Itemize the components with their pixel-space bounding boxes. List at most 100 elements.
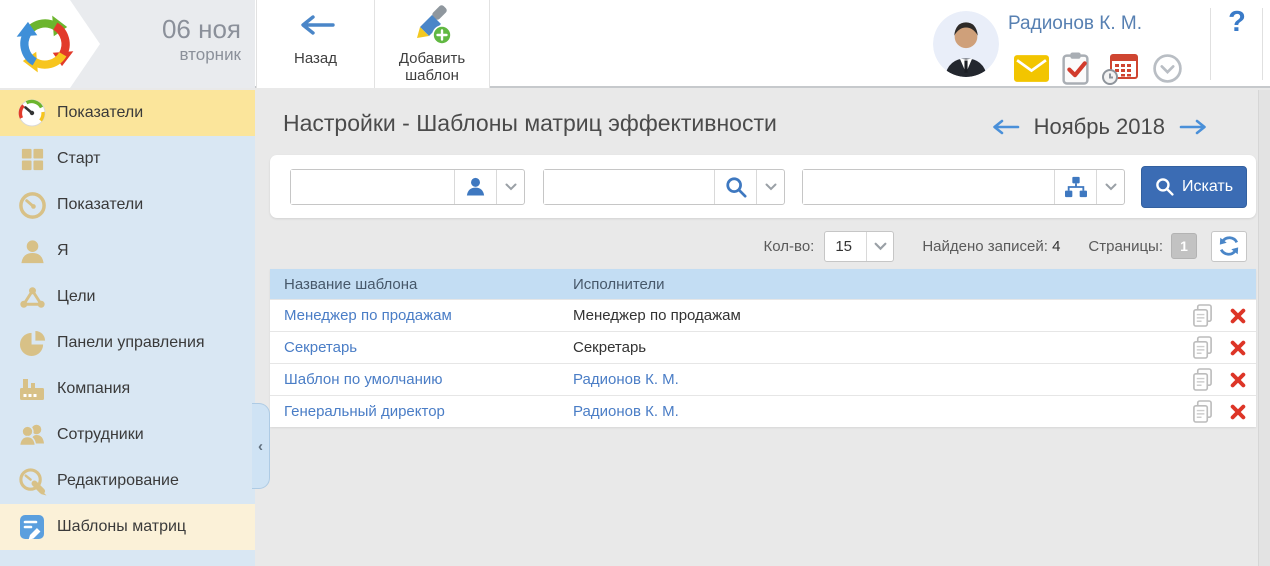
sidebar-item-editing[interactable]: Редактирование: [0, 458, 255, 504]
user-icons: [1014, 52, 1183, 85]
collapse-chevron-icon: ‹: [258, 438, 263, 455]
copy-template-icon[interactable]: [1192, 336, 1213, 359]
table-row: Шаблон по умолчанию Радионов К. М.: [270, 363, 1256, 395]
user-avatar[interactable]: [933, 11, 999, 77]
app-logo-icon[interactable]: [12, 11, 78, 77]
sidebar-item-label: Я: [57, 242, 69, 260]
employee-filter-input[interactable]: [291, 170, 454, 204]
goals-icon: [17, 282, 47, 312]
text-search-filter: [543, 169, 785, 205]
user-menu-chevron-icon[interactable]: [1152, 53, 1183, 84]
sidebar-item-label: Показатели: [57, 196, 143, 214]
sidebar-item-company[interactable]: Компания: [0, 366, 255, 412]
refresh-button[interactable]: [1211, 231, 1247, 262]
grid-icon: [17, 144, 47, 174]
page-size-value: 15: [825, 232, 866, 261]
page-1-button[interactable]: 1: [1171, 233, 1197, 259]
column-header-executors[interactable]: Исполнители: [573, 276, 1160, 293]
sidebar-collapse-button[interactable]: ‹: [252, 403, 270, 489]
table-row: Менеджер по продажам Менеджер по продажа…: [270, 299, 1256, 331]
template-name-link[interactable]: Менеджер по продажам: [284, 307, 452, 324]
sidebar-item-label: Шаблоны матриц: [57, 518, 186, 536]
page-size-select[interactable]: 15: [824, 231, 894, 262]
add-template-button[interactable]: Добавить шаблон: [374, 0, 490, 88]
search-button-label: Искать: [1182, 178, 1233, 196]
gauge-icon: [17, 190, 47, 220]
calendar-clock-icon[interactable]: [1102, 53, 1139, 85]
department-filter-input[interactable]: [803, 170, 1054, 204]
mail-icon[interactable]: [1014, 55, 1049, 82]
header: 06 ноя вторник Назад: [0, 0, 1270, 88]
sidebar-item-label: Редактирование: [57, 472, 179, 490]
sidebar-item-label: Панели управления: [57, 334, 205, 352]
user-name[interactable]: Радионов К. М.: [1008, 13, 1142, 35]
records-found-text: Найдено записей:: [922, 238, 1048, 255]
sidebar-item-indicators[interactable]: Показатели: [0, 182, 255, 228]
copy-template-icon[interactable]: [1192, 368, 1213, 391]
executors-link[interactable]: Радионов К. М.: [573, 371, 679, 388]
filter-panel: Искать: [270, 155, 1256, 218]
sidebar-item-start[interactable]: Старт: [0, 136, 255, 182]
templates-table: Название шаблона Исполнители Менеджер по…: [270, 269, 1256, 427]
sidebar-item-indicators-root[interactable]: Показатели: [0, 90, 255, 136]
factory-icon: [17, 374, 47, 404]
records-found-value: 4: [1052, 238, 1060, 255]
executors-link[interactable]: Радионов К. М.: [573, 403, 679, 420]
current-date: 06 ноя вторник: [162, 14, 241, 66]
date-weekday: вторник: [162, 45, 241, 65]
delete-template-icon[interactable]: [1230, 340, 1246, 356]
prev-month-button[interactable]: [992, 119, 1020, 135]
header-date-block: 06 ноя вторник: [0, 0, 255, 88]
add-template-label: Добавить шаблон: [375, 50, 489, 85]
text-search-dropdown[interactable]: [756, 170, 784, 204]
sidebar-item-goals[interactable]: Цели: [0, 274, 255, 320]
employee-filter-dropdown[interactable]: [496, 170, 524, 204]
date-day: 06 ноя: [162, 14, 241, 45]
department-filter: [802, 169, 1125, 205]
text-search-input[interactable]: [544, 170, 714, 204]
template-name-link[interactable]: Шаблон по умолчанию: [284, 371, 443, 388]
pages-label: Страницы:: [1088, 238, 1163, 255]
page-size-chevron-icon: [866, 232, 893, 261]
delete-template-icon[interactable]: [1230, 372, 1246, 388]
sidebar-item-matrix-templates[interactable]: Шаблоны матриц: [0, 504, 255, 550]
page-title: Настройки - Шаблоны матриц эффективности: [283, 110, 777, 137]
avatar-image: [933, 11, 999, 77]
org-chart-icon[interactable]: [1054, 170, 1096, 204]
scrollbar-track[interactable]: [1258, 90, 1270, 566]
back-button[interactable]: Назад: [256, 0, 374, 88]
template-name-link[interactable]: Генеральный директор: [284, 403, 445, 420]
sidebar: Показатели Старт Показатели: [0, 90, 255, 566]
table-row: Секретарь Секретарь: [270, 331, 1256, 363]
main-content: Настройки - Шаблоны матриц эффективности…: [255, 90, 1270, 566]
person-filter-icon[interactable]: [454, 170, 496, 204]
copy-template-icon[interactable]: [1192, 400, 1213, 423]
count-label: Кол-во:: [764, 238, 815, 255]
department-filter-dropdown[interactable]: [1096, 170, 1124, 204]
delete-template-icon[interactable]: [1230, 308, 1246, 324]
sidebar-item-label: Старт: [57, 150, 100, 168]
executors-value: Менеджер по продажам: [573, 307, 741, 324]
records-found-label: Найдено записей: 4: [922, 238, 1060, 255]
help-button[interactable]: ?: [1213, 6, 1261, 56]
person-icon: [17, 236, 47, 266]
sidebar-item-label: Сотрудники: [57, 426, 144, 444]
add-template-icon: [411, 4, 453, 46]
tasks-clipboard-icon[interactable]: [1062, 52, 1089, 85]
search-button[interactable]: Искать: [1141, 166, 1247, 208]
delete-template-icon[interactable]: [1230, 404, 1246, 420]
sidebar-item-label: Цели: [57, 288, 95, 306]
template-name-link[interactable]: Секретарь: [284, 339, 357, 356]
sidebar-item-employees[interactable]: Сотрудники: [0, 412, 255, 458]
edit-gauge-icon: [17, 466, 47, 496]
sidebar-item-me[interactable]: Я: [0, 228, 255, 274]
refresh-icon: [1218, 235, 1240, 257]
employee-filter: [290, 169, 525, 205]
table-header: Название шаблона Исполнители: [270, 269, 1256, 299]
header-divider-2: [1262, 8, 1263, 80]
sidebar-item-control-panels[interactable]: Панели управления: [0, 320, 255, 366]
search-filter-icon[interactable]: [714, 170, 756, 204]
copy-template-icon[interactable]: [1192, 304, 1213, 327]
next-month-button[interactable]: [1179, 119, 1207, 135]
column-header-template-name[interactable]: Название шаблона: [270, 276, 573, 293]
